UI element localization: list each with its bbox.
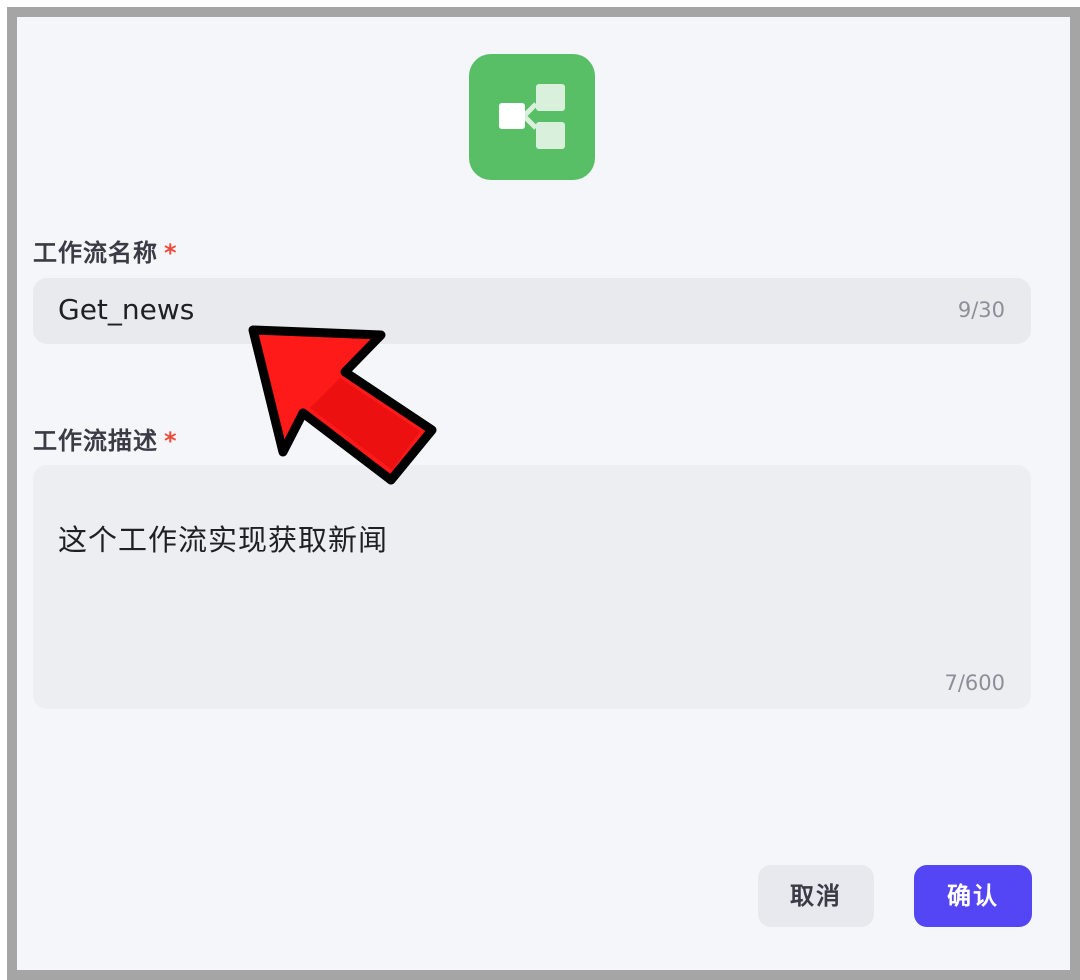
red-arrow-icon [248, 325, 437, 485]
